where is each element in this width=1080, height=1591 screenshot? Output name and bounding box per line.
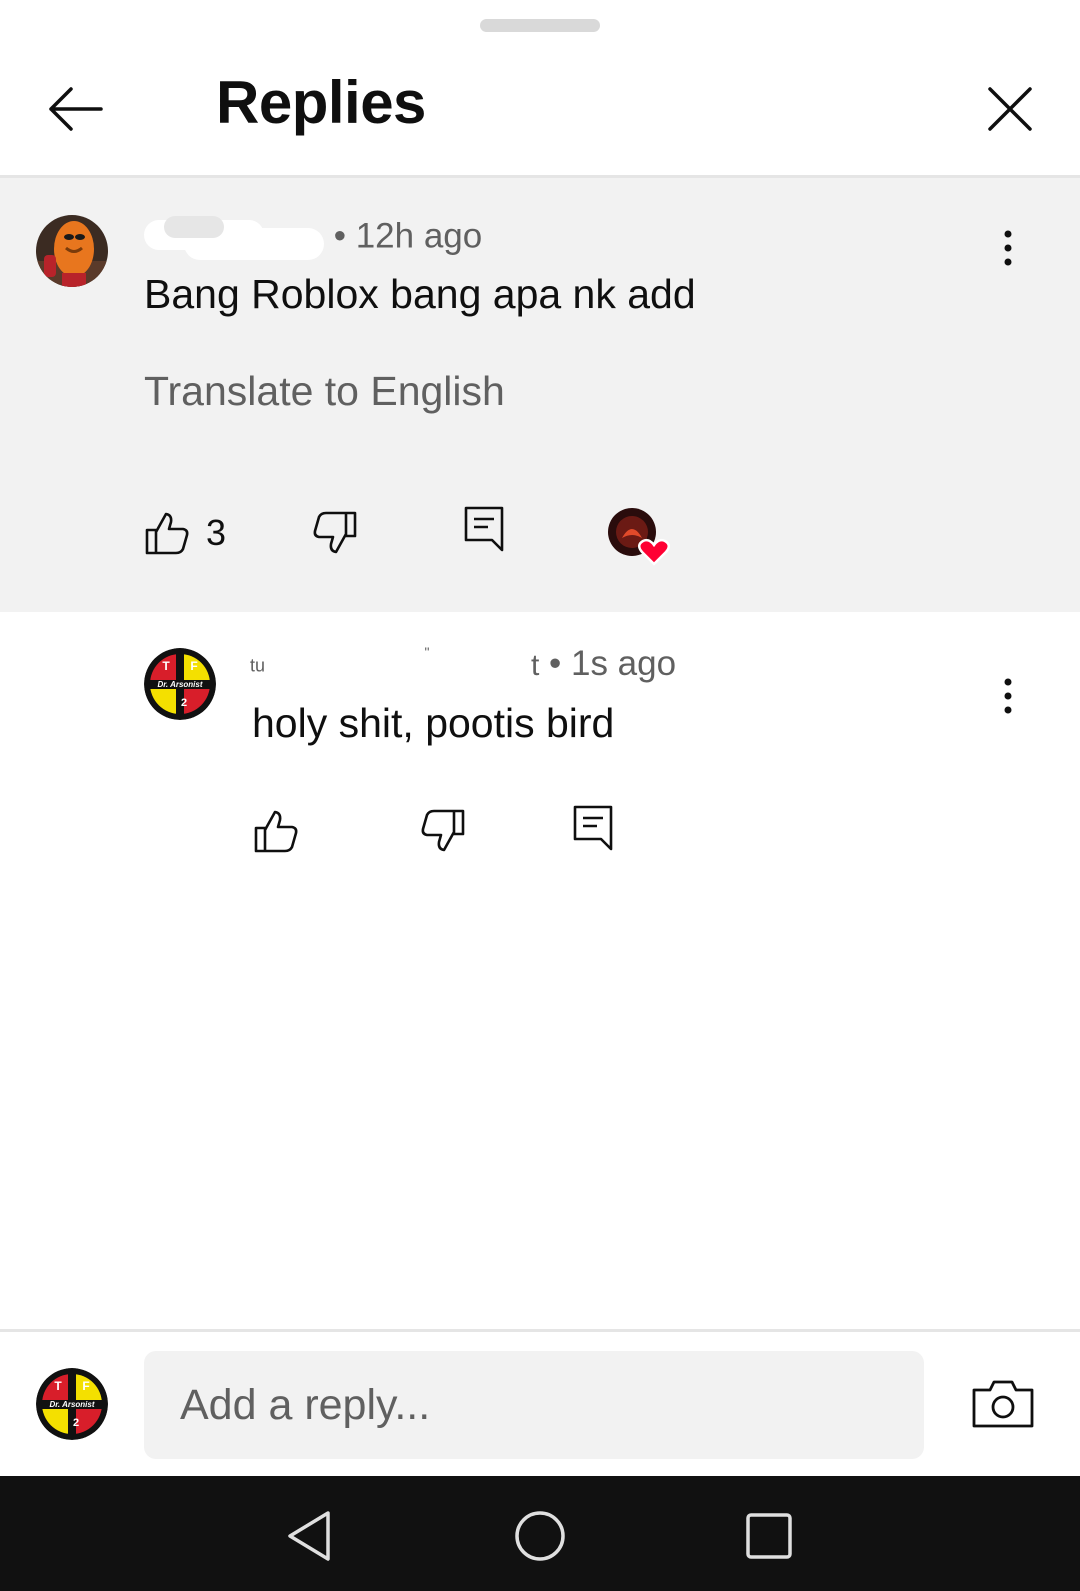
reply-composer: T F Dr. Arsonist 2: [0, 1332, 1080, 1476]
back-button[interactable]: [40, 74, 110, 144]
camera-button[interactable]: [968, 1368, 1038, 1438]
username-fragment: tu: [250, 655, 266, 676]
comment-meta: • 12h ago: [144, 216, 482, 260]
translate-link[interactable]: Translate to English: [144, 368, 505, 415]
badge-name: Dr. Arsonist: [49, 1400, 94, 1409]
more-options-button[interactable]: [988, 666, 1028, 726]
username-redacted: [144, 216, 324, 260]
thumbs-up-icon: [254, 810, 298, 853]
nav-home-button[interactable]: [505, 1501, 575, 1571]
badge-number: 2: [73, 1417, 79, 1429]
like-button[interactable]: [253, 809, 299, 853]
tf2-badge-icon: T F Dr. Arsonist 2: [144, 648, 216, 720]
badge-name: Dr. Arsonist: [157, 680, 202, 689]
comment-meta: tu " t • 1s ago: [250, 644, 676, 684]
arrow-left-icon: [49, 87, 103, 131]
dislike-button[interactable]: [420, 809, 466, 853]
dislike-button[interactable]: [312, 511, 358, 555]
more-options-button[interactable]: [988, 218, 1028, 278]
thumbs-up-icon: [145, 512, 189, 555]
replies-sheet: Replies • 12h ago Bang Roblox bang apa n…: [0, 0, 1080, 1476]
reply-button[interactable]: [464, 506, 504, 552]
badge-number: 2: [181, 697, 187, 709]
avatar[interactable]: [36, 215, 108, 287]
comment-text: Bang Roblox bang apa nk add: [144, 271, 696, 317]
like-count: 3: [206, 512, 227, 553]
comment-text: holy shit, pootis bird: [252, 700, 615, 746]
heart-icon: [608, 508, 670, 566]
nav-back-button[interactable]: [274, 1501, 344, 1571]
avatar[interactable]: T F Dr. Arsonist 2: [144, 648, 216, 720]
username-fragment: ": [424, 644, 430, 660]
square-recents-icon: [746, 1513, 792, 1559]
comment-icon: [573, 805, 613, 851]
system-nav-bar: [0, 1476, 1080, 1591]
replies-header: Replies: [0, 40, 1080, 176]
badge-letter-f: F: [82, 1379, 89, 1393]
thumbs-down-icon: [313, 511, 357, 554]
more-vertical-icon: [1004, 230, 1012, 266]
more-vertical-icon: [1004, 678, 1012, 714]
nav-recents-button[interactable]: [734, 1501, 804, 1571]
circle-home-icon: [515, 1511, 565, 1561]
comment-icon: [464, 506, 504, 552]
parent-comment: • 12h ago Bang Roblox bang apa nk add Tr…: [0, 178, 1080, 612]
badge-letter-t: T: [162, 659, 170, 673]
reply-input[interactable]: [144, 1351, 924, 1459]
thumbs-down-icon: [421, 809, 465, 852]
avatar: T F Dr. Arsonist 2: [36, 1368, 108, 1440]
badge-letter-f: F: [190, 659, 197, 673]
triangle-back-icon: [288, 1511, 330, 1561]
camera-icon: [972, 1380, 1034, 1428]
drag-handle[interactable]: [480, 19, 600, 32]
close-button[interactable]: [975, 74, 1045, 144]
reply-button[interactable]: [573, 805, 613, 851]
tf2-badge-icon: T F Dr. Arsonist 2: [36, 1368, 108, 1440]
reply-comment: T F Dr. Arsonist 2 tu " t • 1s ago holy …: [0, 612, 1080, 902]
character-avatar-icon: [36, 215, 108, 287]
close-icon: [988, 87, 1032, 131]
username-fragment: t: [530, 649, 540, 682]
like-button[interactable]: 3: [144, 511, 226, 555]
creator-heart-badge: [608, 508, 674, 566]
badge-letter-t: T: [54, 1379, 62, 1393]
comment-time: • 12h ago: [333, 216, 483, 256]
page-title: Replies: [216, 69, 426, 136]
comment-time: • 1s ago: [549, 644, 677, 683]
